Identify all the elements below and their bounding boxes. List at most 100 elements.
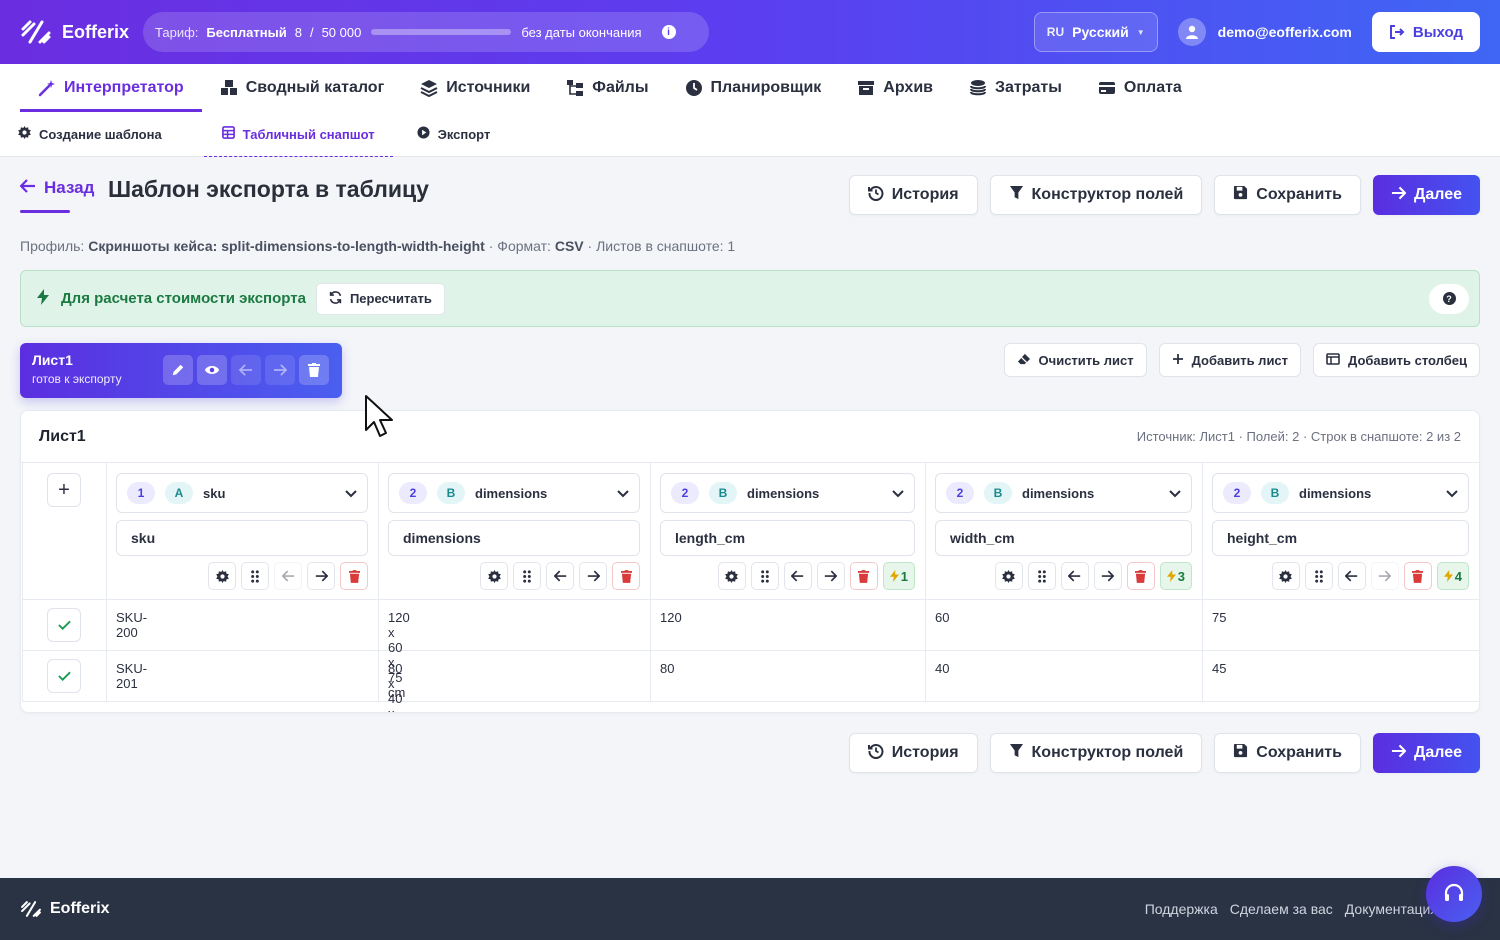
footer-link-support[interactable]: Поддержка bbox=[1145, 901, 1218, 917]
edit-sheet-button[interactable] bbox=[163, 355, 193, 385]
column-drag-handle[interactable] bbox=[750, 562, 779, 590]
delete-column-button[interactable] bbox=[1403, 562, 1432, 590]
field-name-input[interactable]: dimensions bbox=[388, 520, 640, 556]
column-tools: 1 bbox=[717, 562, 915, 590]
field-builder-button[interactable]: Конструктор полей bbox=[989, 175, 1203, 215]
move-sheet-right-button[interactable] bbox=[265, 355, 295, 385]
grid-column-divider bbox=[1202, 463, 1203, 701]
table-cell: SKU-201 bbox=[116, 661, 148, 691]
field-name-input[interactable]: sku bbox=[116, 520, 368, 556]
support-chat-button[interactable] bbox=[1426, 866, 1482, 922]
table-icon bbox=[221, 126, 235, 142]
source-column-select[interactable]: 2 Bdimensions bbox=[660, 473, 915, 513]
source-column-select[interactable]: 2 Bdimensions bbox=[388, 473, 640, 513]
delete-column-button[interactable] bbox=[612, 562, 640, 590]
move-column-left-button[interactable] bbox=[783, 562, 812, 590]
column-drag-handle[interactable] bbox=[513, 562, 541, 590]
move-column-left-button[interactable] bbox=[1337, 562, 1366, 590]
transform-count-badge[interactable]: 4 bbox=[1436, 562, 1469, 590]
column-settings-button[interactable] bbox=[480, 562, 508, 590]
source-column-select[interactable]: 1 Asku bbox=[116, 473, 368, 513]
next-button[interactable]: Далее bbox=[1372, 175, 1480, 215]
move-column-right-button[interactable] bbox=[579, 562, 607, 590]
logout-label: Выход bbox=[1412, 23, 1463, 41]
column-settings-button[interactable] bbox=[1271, 562, 1300, 590]
footer-link-done-for-you[interactable]: Сделаем за вас bbox=[1230, 901, 1333, 917]
save-button-bottom[interactable]: Сохранить bbox=[1214, 733, 1361, 773]
nav-item-payment[interactable]: Оплата bbox=[1080, 64, 1200, 112]
logo-icon bbox=[21, 901, 41, 917]
user-menu[interactable]: demo@eofferix.com bbox=[1177, 18, 1352, 46]
tab-table-snapshot[interactable]: Табличный снапшот bbox=[203, 112, 393, 157]
move-column-right-button[interactable] bbox=[1093, 562, 1122, 590]
column-settings-button[interactable] bbox=[208, 562, 236, 590]
grid-column-divider bbox=[22, 463, 23, 701]
move-column-right-button[interactable] bbox=[307, 562, 335, 590]
delete-sheet-button[interactable] bbox=[299, 355, 329, 385]
field-name-input[interactable]: width_cm bbox=[935, 520, 1192, 556]
column-drag-handle[interactable] bbox=[1304, 562, 1333, 590]
row-include-checkbox[interactable] bbox=[47, 659, 81, 693]
nav-item-costs[interactable]: Затраты bbox=[951, 64, 1080, 112]
field-builder-button-bottom[interactable]: Конструктор полей bbox=[989, 733, 1203, 773]
row-include-checkbox[interactable] bbox=[47, 608, 81, 642]
language-select[interactable]: RU Русский ▼ bbox=[1033, 12, 1158, 52]
footer-link-docs[interactable]: Документация bbox=[1345, 901, 1438, 917]
nav-item-files[interactable]: Файлы bbox=[548, 64, 666, 112]
recalculate-button[interactable]: Пересчитать bbox=[315, 282, 445, 315]
check-icon bbox=[57, 671, 71, 681]
logo[interactable]: Eofferix bbox=[20, 19, 129, 45]
column-drag-handle[interactable] bbox=[1027, 562, 1056, 590]
transform-count-badge[interactable]: 1 bbox=[882, 562, 915, 590]
transform-count-badge[interactable]: 3 bbox=[1159, 562, 1192, 590]
source-column-name: sku bbox=[203, 485, 226, 501]
nav-item-archive[interactable]: Архив bbox=[839, 64, 951, 112]
history-button-bottom[interactable]: История bbox=[848, 733, 978, 773]
nav-item-interpreter[interactable]: Интерпретатор bbox=[20, 64, 202, 112]
profile-label: Профиль: bbox=[20, 238, 85, 254]
add-sheet-button[interactable]: Добавить лист bbox=[1158, 343, 1302, 377]
preview-sheet-button[interactable] bbox=[197, 355, 227, 385]
column-settings-button[interactable] bbox=[717, 562, 746, 590]
field-name-input[interactable]: length_cm bbox=[660, 520, 915, 556]
history-button[interactable]: История bbox=[848, 175, 978, 215]
footer-logo[interactable]: Eofferix bbox=[20, 900, 110, 918]
lightning-icon bbox=[37, 289, 49, 308]
help-button[interactable]: ? bbox=[1429, 283, 1469, 314]
next-button-bottom[interactable]: Далее bbox=[1372, 733, 1480, 773]
move-column-left-button[interactable] bbox=[546, 562, 574, 590]
tab-export[interactable]: Экспорт bbox=[417, 112, 509, 156]
move-column-left-button[interactable] bbox=[1060, 562, 1089, 590]
tab-template-create[interactable]: Создание шаблона bbox=[18, 112, 180, 156]
clear-sheet-button[interactable]: Очистить лист bbox=[1003, 343, 1147, 377]
delete-column-button[interactable] bbox=[340, 562, 368, 590]
nav-label: Оплата bbox=[1123, 79, 1182, 96]
move-column-right-button[interactable] bbox=[816, 562, 845, 590]
column-settings-button[interactable] bbox=[994, 562, 1023, 590]
column-drag-handle[interactable] bbox=[241, 562, 269, 590]
arrow-left-icon bbox=[791, 570, 804, 582]
lightning-icon bbox=[1166, 570, 1176, 582]
nav-item-scheduler[interactable]: Планировщик bbox=[667, 64, 840, 112]
save-button[interactable]: Сохранить bbox=[1214, 175, 1361, 215]
add-column-plus-button[interactable]: + bbox=[47, 473, 81, 507]
nav-item-sources[interactable]: Источники bbox=[402, 64, 548, 112]
trash-icon bbox=[620, 569, 632, 583]
delete-column-button[interactable] bbox=[1126, 562, 1155, 590]
move-column-left-button[interactable] bbox=[274, 562, 302, 590]
field-name-input[interactable]: height_cm bbox=[1212, 520, 1469, 556]
move-column-right-button[interactable] bbox=[1370, 562, 1399, 590]
delete-column-button[interactable] bbox=[849, 562, 878, 590]
sheet-tab[interactable]: Лист1 готов к экспорту bbox=[20, 343, 342, 398]
logout-button[interactable]: Выход bbox=[1371, 12, 1480, 52]
back-link[interactable]: Назад bbox=[19, 178, 94, 198]
nav-item-catalog[interactable]: Сводный каталог bbox=[202, 64, 403, 112]
source-column-select[interactable]: 2 Bdimensions bbox=[935, 473, 1192, 513]
sheet-card: Лист1 Источник: Лист1 · Полей: 2 · Строк… bbox=[20, 410, 1480, 713]
trash-icon bbox=[858, 569, 870, 583]
info-icon[interactable]: i bbox=[661, 25, 676, 39]
chevron-down-icon bbox=[1446, 486, 1458, 501]
add-column-button[interactable]: Добавить столбец bbox=[1313, 343, 1480, 377]
move-sheet-left-button[interactable] bbox=[231, 355, 261, 385]
source-column-select[interactable]: 2 Bdimensions bbox=[1212, 473, 1469, 513]
